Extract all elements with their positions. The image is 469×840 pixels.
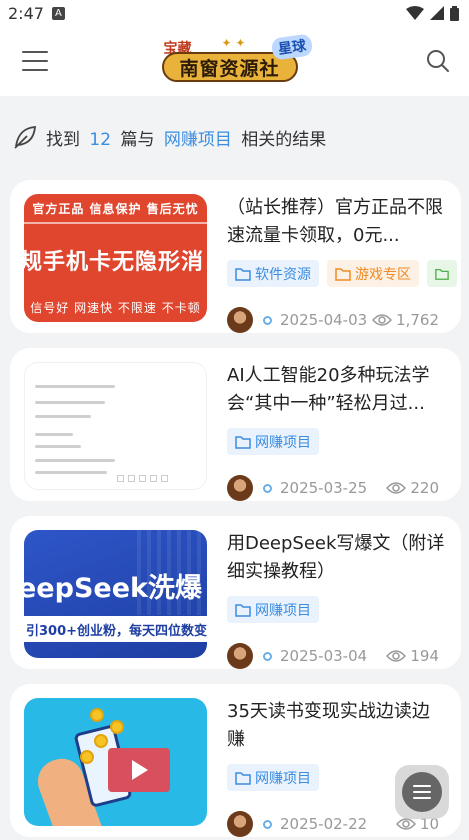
thumb-line [35,445,81,448]
post-date: 2025-03-04 [280,647,368,665]
folder-icon [435,268,449,280]
post-title[interactable]: 35天读书变现实战边读边赚 [227,698,461,754]
wifi-icon [406,6,424,20]
folder-icon [235,603,251,617]
eye-icon [395,818,416,830]
post-title[interactable]: （站长推荐）官方正品不限速流量卡领取，0元... [227,194,461,250]
coin-icon [110,720,124,734]
coin-icon [90,708,104,722]
result-count: 12 [89,129,112,150]
floating-menu-button[interactable] [395,765,449,819]
tag-games[interactable]: 游戏专区 [327,260,419,287]
eye-icon [386,482,407,494]
thumb-text: 规手机卡无隐形消 [24,250,205,275]
tag-label: 网赚项目 [255,434,311,451]
thumb-text: 官方正品 信息保护 售后无忧 [32,202,199,216]
post-date: 2025-03-25 [280,479,368,497]
post-card[interactable]: 35天读书变现实战边读边赚 网赚项目 2025-02-22 10 [10,684,461,837]
author-avatar[interactable] [227,811,253,837]
post-tags: 网赚项目 [227,428,461,455]
tag-label: 网赚项目 [255,602,311,619]
author-avatar[interactable] [227,475,253,501]
thumb-line [35,471,107,474]
author-avatar[interactable] [227,307,253,333]
view-count-value: 1,762 [396,311,439,329]
view-count: 1,762 [372,311,439,329]
post-thumbnail[interactable]: eepSeek洗爆 引300+创业粉，每天四位数变 [24,530,207,658]
thumb-line [35,401,105,404]
folder-icon [335,267,351,281]
coin-icon [80,750,94,764]
post-meta: 2025-03-04 194 [227,643,461,669]
post-date: 2025-04-03 [280,311,368,329]
result-suffix: 相关的结果 [241,129,327,150]
date-dot-icon [263,483,272,493]
search-icon[interactable] [425,48,451,74]
post-thumbnail[interactable]: 官方正品 信息保护 售后无忧 规手机卡无隐形消 信号好 网速快 不限速 不卡顿 [24,194,207,322]
post-meta: 2025-03-25 220 [227,475,461,501]
site-logo[interactable]: 宝藏 ✦ ✦ 南窗资源社 星球 [161,33,313,86]
view-count-value: 194 [410,647,439,665]
tag-make-money[interactable]: 网赚项目 [227,596,319,623]
thumb-line [35,459,115,462]
post-title[interactable]: 用DeepSeek写爆文（附详细实操教程） [227,530,461,586]
thumb-pagination [117,475,168,482]
menu-icon[interactable] [22,51,48,71]
post-meta: 2025-04-03 1,762 [227,307,461,333]
logo-badge-text: 星球 [270,33,313,61]
tag-make-money[interactable]: 网赚项目 [227,428,319,455]
post-thumbnail[interactable] [24,698,207,826]
eye-icon [386,650,407,662]
notification-icon: A [51,6,65,20]
thumb-line [35,415,91,418]
tag-label: 游戏专区 [355,266,411,283]
author-avatar[interactable] [227,643,253,669]
thumb-divider [24,222,207,224]
post-card[interactable]: 官方正品 信息保护 售后无忧 规手机卡无隐形消 信号好 网速快 不限速 不卡顿 … [10,180,461,333]
signal-icon [430,6,444,20]
post-title[interactable]: AI人工智能20多种玩法学会“其中一种”轻松月过... [227,362,461,418]
view-count-value: 220 [410,479,439,497]
date-dot-icon [263,651,272,661]
tag-extra[interactable] [427,260,457,287]
thumb-line [35,385,115,388]
app-header: 宝藏 ✦ ✦ 南窗资源社 星球 [0,26,469,96]
thumb-text: 引300+创业粉，每天四位数变 [26,624,207,639]
play-icon [132,760,148,780]
leaf-icon [14,126,36,149]
logo-stars-decoration: ✦ ✦ [221,36,246,50]
result-keyword: 网赚项目 [163,129,232,150]
thumb-line [35,433,73,436]
tag-label: 软件资源 [255,266,311,283]
folder-icon [235,771,251,785]
result-prefix: 找到 [46,129,80,150]
post-date: 2025-02-22 [280,815,368,833]
date-dot-icon [263,315,272,325]
post-card[interactable]: eepSeek洗爆 引300+创业粉，每天四位数变 用DeepSeek写爆文（附… [10,516,461,669]
search-result-summary: 找到 12 篇与 网赚项目 相关的结果 [0,96,469,150]
post-list: 官方正品 信息保护 售后无忧 规手机卡无隐形消 信号好 网速快 不限速 不卡顿 … [0,150,469,837]
folder-icon [235,435,251,449]
tag-label: 网赚项目 [255,770,311,787]
post-tags: 软件资源 游戏专区 [227,260,461,287]
coin-icon [94,734,108,748]
thumb-text: eepSeek洗爆 [24,573,202,604]
result-middle: 篇与 [120,129,155,150]
view-count: 220 [386,479,439,497]
post-tags: 网赚项目 [227,596,461,623]
status-bar: 2:47 A [0,0,469,26]
thumb-text: 信号好 网速快 不限速 不卡顿 [30,301,201,315]
view-count: 194 [386,647,439,665]
tag-make-money[interactable]: 网赚项目 [227,764,319,791]
tag-software[interactable]: 软件资源 [227,260,319,287]
post-card[interactable]: AI人工智能20多种玩法学会“其中一种”轻松月过... 网赚项目 2025-03… [10,348,461,501]
status-time: 2:47 [8,3,44,23]
post-thumbnail[interactable] [24,362,207,490]
battery-icon [450,5,459,21]
result-text: 找到 12 篇与 网赚项目 相关的结果 [46,125,330,150]
date-dot-icon [263,819,272,829]
folder-icon [235,267,251,281]
eye-icon [372,314,393,326]
list-icon [402,772,442,812]
